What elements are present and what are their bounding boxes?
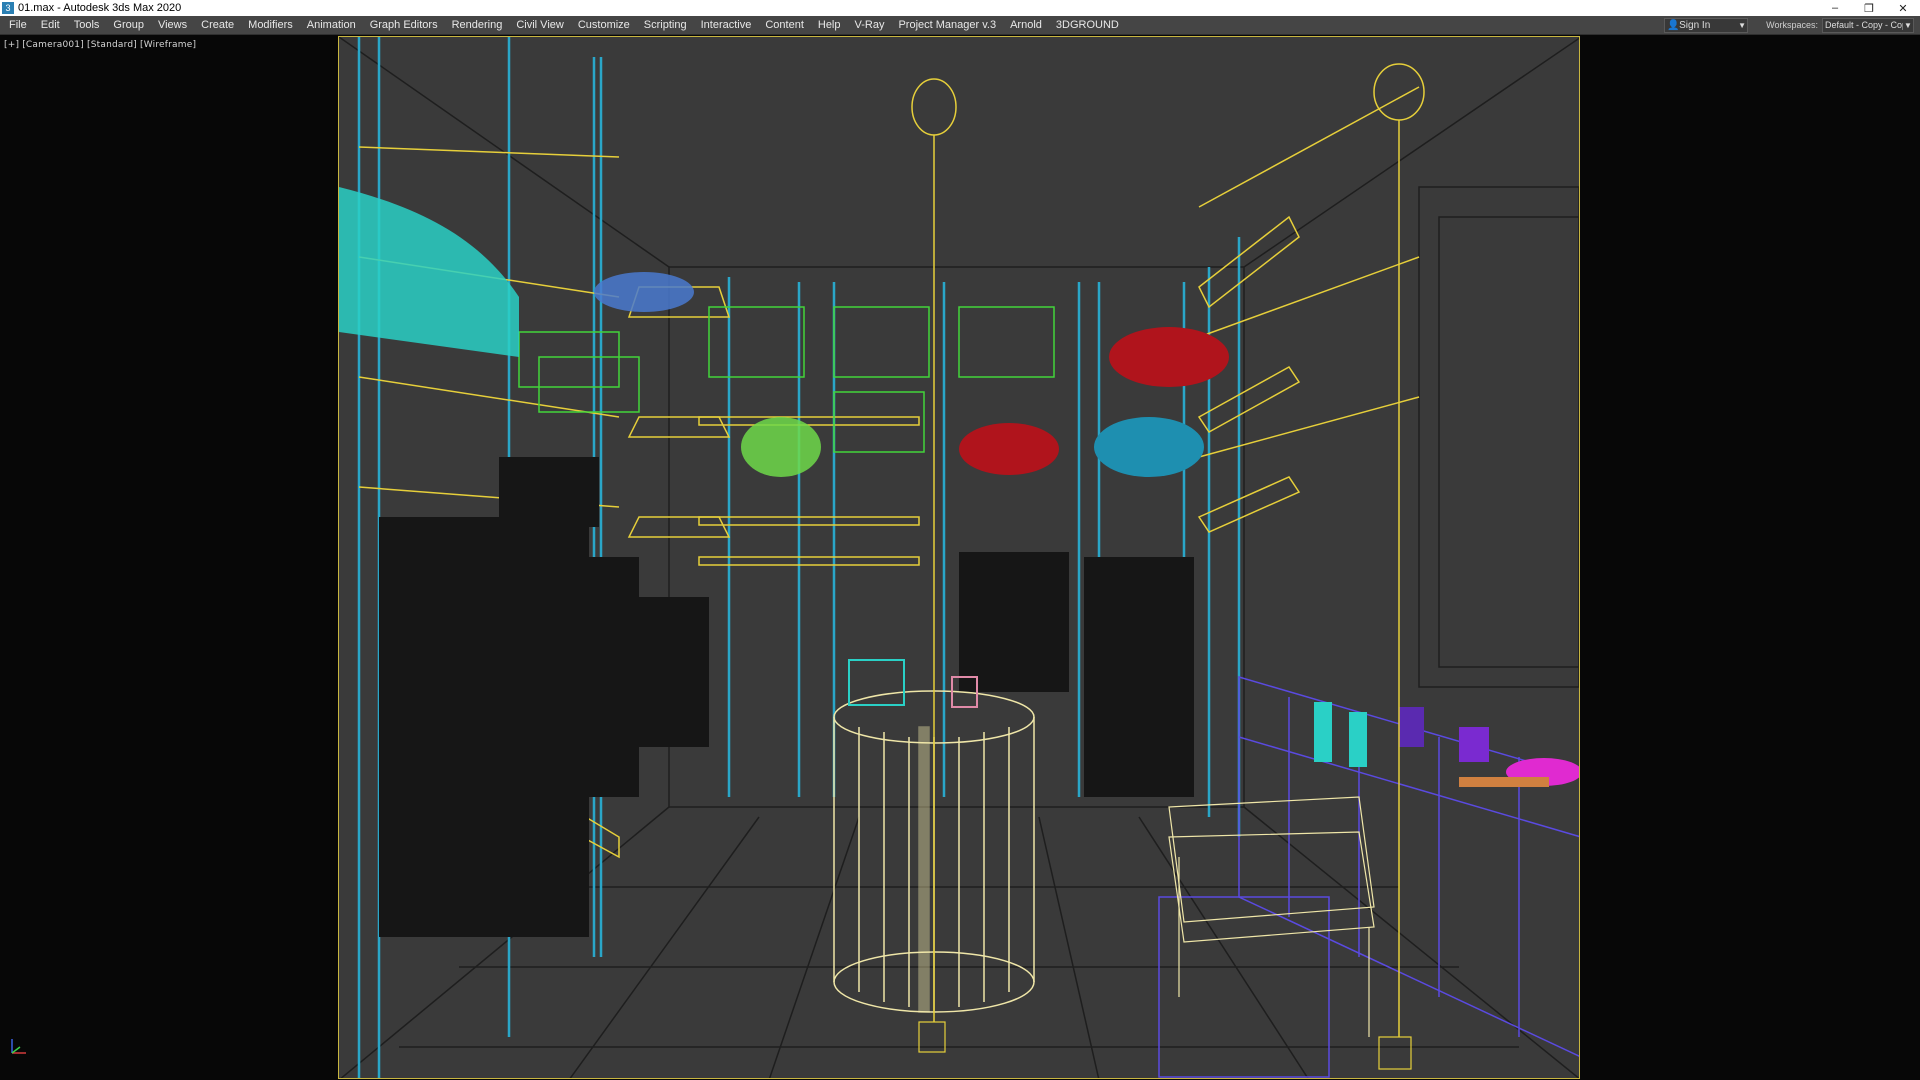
sign-in-dropdown[interactable]: 👤 Sign In ▼	[1664, 17, 1749, 33]
camera-viewport[interactable]: [+] [Camera001] [Standard] [Wireframe]	[0, 35, 1920, 1080]
workspace-select[interactable]: Default - Copy - Copy ▼	[1822, 17, 1914, 33]
menu-project-manager[interactable]: Project Manager v.3	[891, 16, 1003, 34]
menu-group[interactable]: Group	[106, 16, 151, 34]
app-icon: 3	[2, 2, 14, 14]
title-bar: 3 01.max - Autodesk 3ds Max 2020 – ❐ ✕	[0, 0, 1920, 16]
wireframe-scene	[339, 37, 1579, 1078]
menu-civil-view[interactable]: Civil View	[509, 16, 570, 34]
menu-arnold[interactable]: Arnold	[1003, 16, 1049, 34]
viewport-label[interactable]: [+] [Camera001] [Standard] [Wireframe]	[4, 40, 196, 50]
maximize-button[interactable]: ❐	[1852, 0, 1886, 16]
camera-targets	[918, 1021, 1412, 1070]
workspaces-label: Workspaces:	[1766, 20, 1818, 30]
menu-views[interactable]: Views	[151, 16, 194, 34]
menu-tools[interactable]: Tools	[67, 16, 107, 34]
menu-bar: File Edit Tools Group Views Create Modif…	[0, 16, 1920, 35]
minimize-button[interactable]: –	[1818, 0, 1852, 16]
window-title: 01.max - Autodesk 3ds Max 2020	[18, 2, 182, 14]
menu-animation[interactable]: Animation	[300, 16, 363, 34]
counter-items	[1314, 702, 1579, 787]
workspace-value: Default - Copy - Copy	[1825, 20, 1903, 30]
axis-tripod-icon	[11, 1039, 26, 1054]
menu-file[interactable]: File	[0, 16, 34, 34]
menu-3dground[interactable]: 3DGROUND	[1049, 16, 1126, 34]
menu-customize[interactable]: Customize	[571, 16, 637, 34]
safe-frame	[338, 36, 1580, 1079]
sign-in-label: Sign In	[1679, 19, 1711, 31]
hanging-clothes	[379, 457, 1194, 937]
red-sweater-stack	[959, 423, 1059, 475]
menu-edit[interactable]: Edit	[34, 16, 67, 34]
cyan-drape	[339, 187, 519, 357]
chevron-down-icon: ▼	[1738, 20, 1747, 30]
menu-vray[interactable]: V-Ray	[848, 16, 892, 34]
menu-help[interactable]: Help	[811, 16, 848, 34]
menu-rendering[interactable]: Rendering	[445, 16, 510, 34]
red-sweater-top	[1109, 327, 1229, 387]
menu-interactive[interactable]: Interactive	[694, 16, 759, 34]
menu-modifiers[interactable]: Modifiers	[241, 16, 300, 34]
user-icon: 👤	[1667, 19, 1680, 31]
bench-wireframe	[1168, 796, 1375, 1037]
menu-scripting[interactable]: Scripting	[637, 16, 694, 34]
menu-graph-editors[interactable]: Graph Editors	[363, 16, 445, 34]
chevron-down-icon: ▼	[1904, 20, 1912, 30]
blue-hat	[594, 272, 694, 312]
display-items	[848, 659, 978, 708]
teal-sweater-stack	[1094, 417, 1204, 477]
close-button[interactable]: ✕	[1886, 0, 1920, 16]
menu-create[interactable]: Create	[194, 16, 241, 34]
green-sweater-stack	[741, 417, 821, 477]
menu-content[interactable]: Content	[758, 16, 811, 34]
